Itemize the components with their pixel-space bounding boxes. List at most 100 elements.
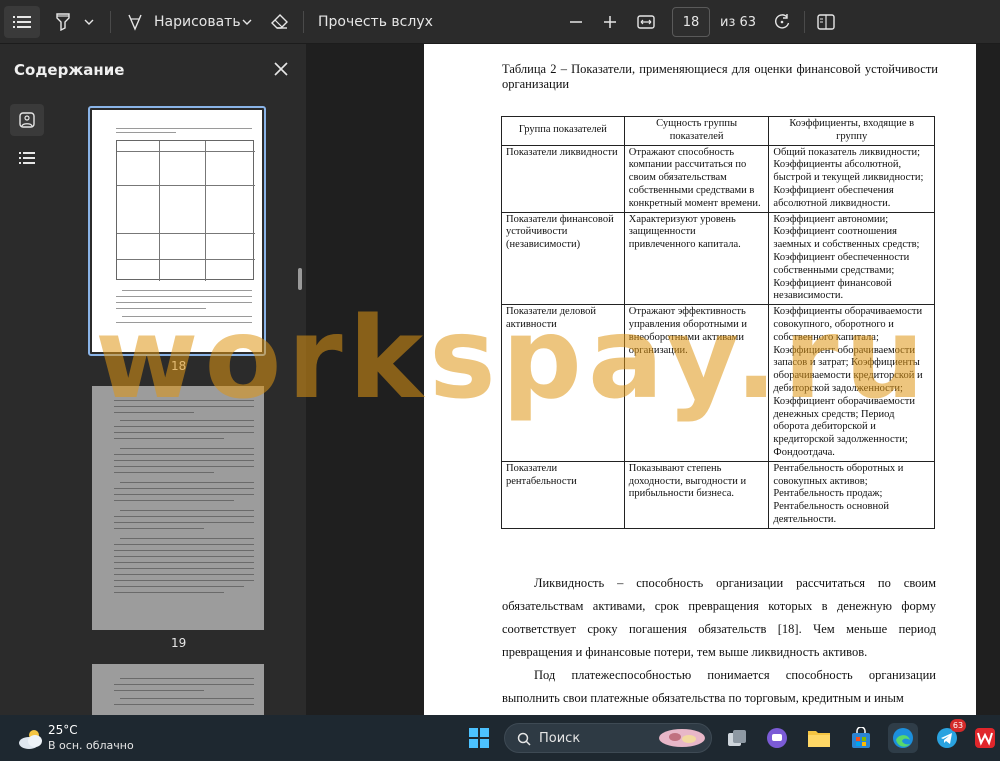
thumbnail-text-line (114, 580, 254, 581)
indicators-table: Группа показателей Сущность группы показ… (501, 116, 935, 529)
thumbnail-page-20[interactable] (92, 664, 264, 715)
thumbnail-text-line (114, 516, 254, 517)
paragraph-liquidity: Ликвидность – способность организации ра… (502, 576, 936, 659)
search-icon (517, 732, 531, 746)
taskbar-search[interactable]: Поиск (504, 723, 712, 753)
thumbnail-table (116, 140, 255, 281)
draw-label: Нарисовать (154, 14, 241, 30)
edge-button[interactable] (888, 723, 918, 753)
highlight-button[interactable] (50, 6, 76, 38)
thumbnail-text-line (114, 556, 254, 557)
thumbnail-table-line (117, 185, 255, 186)
sidebar-title: Содержание (14, 61, 125, 79)
table-cell: Показывают степень доходности, выгодност… (623, 460, 770, 529)
telegram-button[interactable]: 63 (932, 719, 966, 753)
thumbnail-text-line (120, 420, 254, 421)
table-cell: Общий показатель ликвидности; Коэффициен… (768, 144, 935, 213)
thumbnail-text-line (114, 562, 254, 563)
toolbar-separator (110, 11, 111, 33)
document-page: Таблица 2 – Показатели, применяющиеся дл… (424, 44, 976, 715)
current-page: 18 (682, 14, 700, 30)
table-cell: Показатели рентабельности (501, 460, 625, 529)
zoom-in-button[interactable] (596, 6, 624, 38)
toolbar-separator (303, 11, 304, 33)
chat-app-button[interactable] (762, 723, 792, 753)
thumbnail-text-line (116, 296, 252, 297)
table-cell: Показатели финансовой устойчивости (неза… (501, 211, 625, 306)
fit-width-button[interactable] (632, 6, 660, 38)
thumbnail-text-line (114, 488, 254, 489)
toc-toggle-button[interactable] (4, 6, 40, 38)
paragraph-solvency: Под платежеспособностью понимается спосо… (502, 668, 936, 705)
table-cell: Характеризуют уровень защищенности привл… (623, 211, 770, 306)
toolbar: Нарисовать Прочесть вслух 18 из 63 (0, 0, 1000, 44)
thumbnail-text-line (114, 684, 254, 685)
chat-icon (767, 728, 787, 748)
thumbnail-text-line (120, 448, 254, 449)
plus-icon (604, 16, 616, 28)
folder-icon (808, 731, 830, 747)
thumbnail-text-line (114, 400, 254, 401)
eraser-icon (271, 14, 288, 29)
task-view-button[interactable] (722, 723, 752, 753)
thumbnail-text-line (114, 574, 254, 575)
page-view-button[interactable] (812, 6, 840, 38)
table-cell: Отражают эффективность управления оборот… (623, 304, 770, 462)
thumbnail-text-line (116, 302, 252, 303)
start-button[interactable] (464, 723, 494, 753)
table-header-cell: Группа показателей (501, 116, 625, 146)
image-icon (19, 112, 35, 128)
thumbnail-text-line (114, 592, 224, 593)
document-view[interactable]: Таблица 2 – Показатели, применяющиеся дл… (306, 44, 1000, 715)
read-aloud-button[interactable]: Прочесть вслух (314, 6, 437, 38)
thumbnail-table-line (117, 233, 255, 234)
table-cell: Коэффициент автономии; Коэффициент соотн… (768, 211, 935, 306)
thumbnail-text-line (116, 322, 252, 323)
store-icon (852, 727, 870, 748)
toolbar-separator (804, 11, 805, 33)
thumbnail-text-line (114, 412, 194, 413)
close-icon (274, 62, 288, 76)
highlight-dropdown[interactable] (80, 6, 98, 38)
draw-button[interactable]: Нарисовать (122, 6, 245, 38)
thumbnail-text-line (114, 586, 244, 587)
thumbnail-text-line (120, 510, 254, 511)
draw-dropdown[interactable] (238, 6, 256, 38)
thumbnail-text-line (122, 290, 252, 291)
thumbnail-table-line (117, 259, 255, 260)
table-cell: Показатели ликвидности (501, 144, 625, 213)
thumbnail-page-number: 19 (171, 636, 187, 650)
pen-icon (128, 14, 142, 31)
pdf-reader-window: Нарисовать Прочесть вслух 18 из 63 Содер… (0, 0, 1000, 761)
eraser-button[interactable] (266, 6, 294, 38)
thumbnail-text-line (114, 568, 254, 569)
list-icon (13, 16, 31, 28)
wps-icon (975, 728, 995, 748)
thumbnail-text-line (116, 132, 176, 133)
store-button[interactable] (846, 723, 876, 753)
table-row: Показатели ликвидности Отражают способно… (501, 144, 935, 213)
chevron-down-icon (84, 19, 94, 25)
table-header-row: Группа показателей Сущность группы показ… (501, 116, 935, 146)
close-sidebar-button[interactable] (270, 58, 292, 80)
thumbnails-tab[interactable] (10, 104, 44, 136)
outline-tab[interactable] (10, 142, 44, 174)
thumbnail-text-line (116, 308, 206, 309)
sidebar-scrollbar[interactable] (298, 268, 302, 290)
table-header-cell: Коэффициенты, входящие в группу (768, 116, 935, 146)
thumbnail-text-line (120, 698, 254, 699)
thumbnail-page-19[interactable] (92, 386, 264, 630)
thumbnail-page-18[interactable] (88, 106, 266, 356)
thumbnail-text-line (114, 704, 254, 705)
file-explorer-button[interactable] (804, 723, 834, 753)
page-number-input[interactable]: 18 (672, 7, 710, 37)
wps-office-button[interactable] (972, 723, 998, 753)
table-header-cell: Сущность группы показателей (623, 116, 770, 146)
zoom-out-button[interactable] (562, 6, 590, 38)
thumbnail-text-line (114, 426, 254, 427)
thumbnail-text-line (114, 438, 224, 439)
thumbnail-text-line (114, 550, 254, 551)
search-highlight-icon (659, 729, 705, 747)
weather-widget[interactable]: 25°C В осн. облачно (10, 715, 140, 761)
rotate-button[interactable] (768, 6, 796, 38)
